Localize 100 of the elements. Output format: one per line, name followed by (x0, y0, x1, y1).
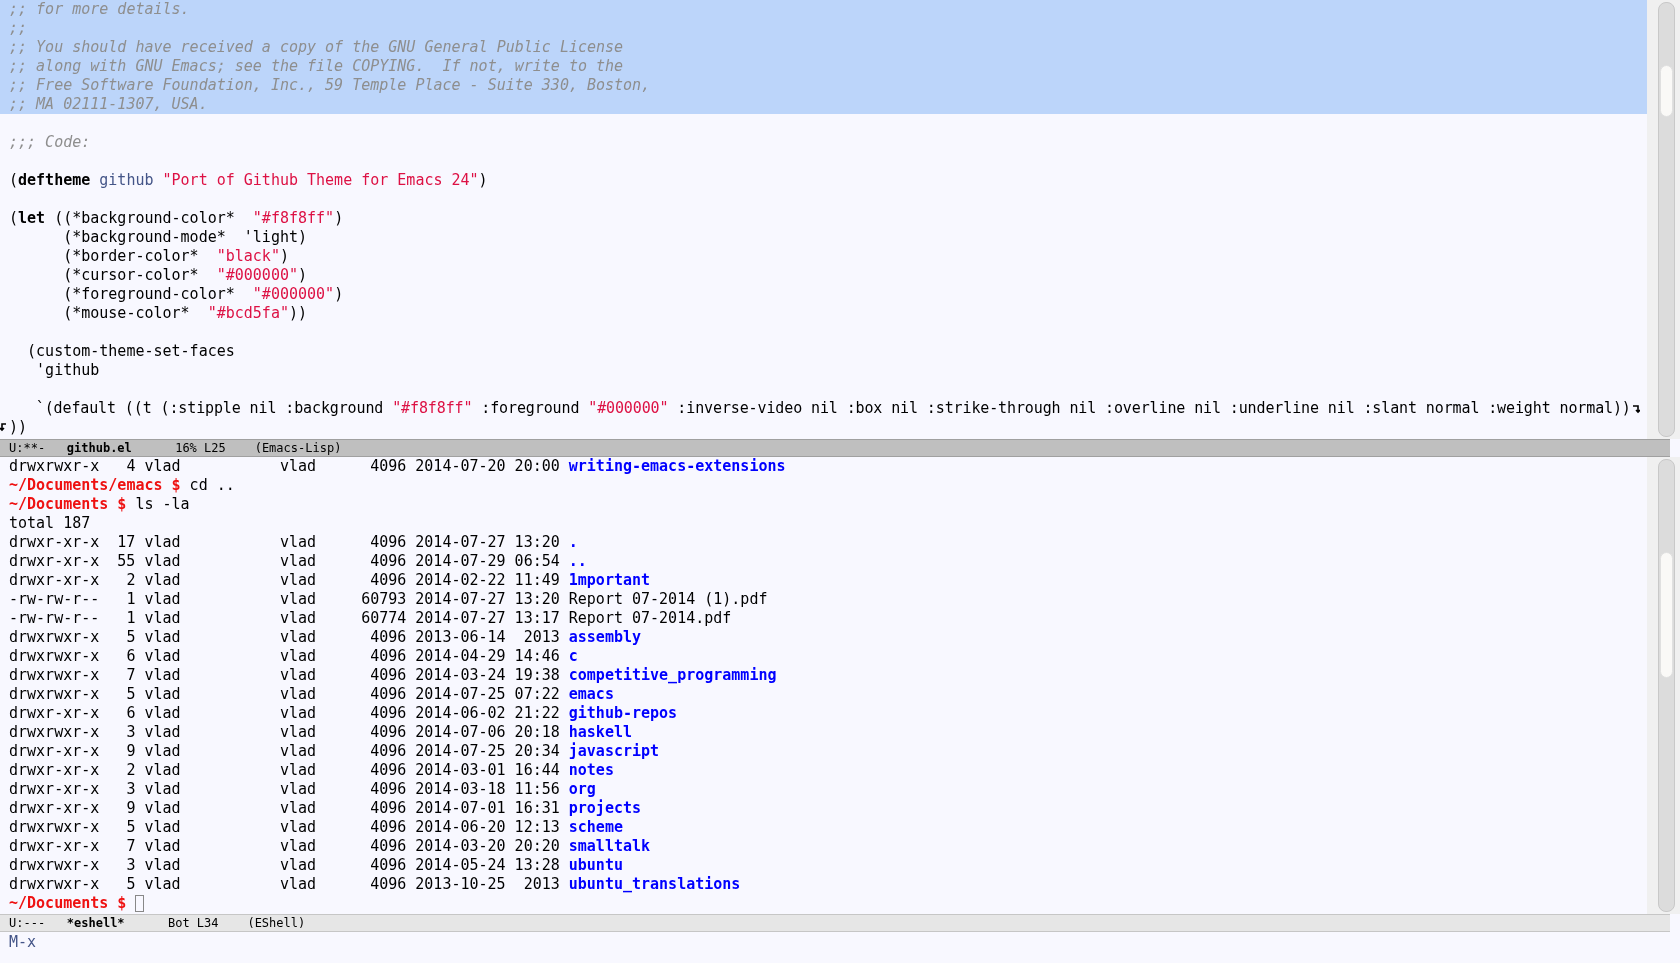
time-text: 19:38 (514, 666, 560, 685)
code-line: ;; You should have received a copy of the GNU General Public License (9, 38, 624, 57)
code-line: ;; MA 02111-1307, USA. (9, 95, 208, 114)
owner-text: vlad (144, 590, 182, 609)
file-size: 60793 (360, 590, 407, 609)
owner-text: vlad (144, 742, 182, 761)
owner-text: vlad (144, 875, 182, 894)
link-count: 6 (125, 647, 136, 666)
group-text: vlad (279, 457, 316, 476)
file-size: 4096 (369, 571, 407, 590)
code-line: (*foreground-color* "#000000") (62, 285, 344, 304)
date-text: 2014-07-20 (415, 457, 506, 476)
major-mode: (EShell) (247, 915, 306, 931)
directory-name: projects (568, 799, 641, 818)
code-line: ;;; Code: (9, 133, 91, 152)
permissions-text: drwxr-xr-x (9, 704, 100, 723)
owner-text: vlad (144, 685, 182, 704)
group-text: vlad (279, 685, 316, 704)
code-line: `(default ((t (:stipple nil :background "#f8f8ff" :foreground "#000000" :inverse-video nil :box nil :strike-through nil :overline nil :underline nil :slant normal :weight normal)) (34, 399, 1631, 418)
directory-name: smalltalk (568, 837, 651, 856)
file-size: 4096 (369, 818, 407, 837)
link-count: 17 (116, 533, 136, 552)
group-text: vlad (279, 666, 316, 685)
buffer-name: *eshell* (66, 915, 125, 931)
date-text: 2013-10-25 (415, 875, 506, 894)
directory-name: assembly (568, 628, 641, 647)
owner-text: vlad (144, 628, 182, 647)
link-count: 5 (125, 818, 136, 837)
file-size: 60774 (360, 609, 407, 628)
code-line: (*mouse-color* "#bcd5fa")) (62, 304, 308, 323)
file-size: 4096 (369, 799, 407, 818)
link-count: 5 (125, 685, 136, 704)
output-text: total 187 (9, 514, 91, 533)
time-text: 13:28 (514, 856, 560, 875)
directory-name: ubuntu (568, 856, 623, 875)
directory-name: c (568, 647, 578, 666)
shell-command: cd .. (189, 476, 235, 495)
code-line: (*background-mode* 'light) (62, 228, 307, 247)
date-text: 2014-07-25 (415, 685, 506, 704)
link-count: 5 (125, 628, 136, 647)
link-count: 7 (125, 666, 136, 685)
time-text: 2013 (522, 628, 560, 647)
permissions-text: drwxr-xr-x (9, 533, 100, 552)
scrollbar[interactable] (1658, 2, 1675, 437)
group-text: vlad (279, 647, 316, 666)
group-text: vlad (279, 552, 316, 571)
code-line: ;; for more details. (9, 0, 190, 19)
group-text: vlad (279, 875, 316, 894)
permissions-text: -rw-rw-r-- (9, 609, 100, 628)
scroll-position: Bot (167, 915, 190, 931)
permissions-text: drwxr-xr-x (9, 837, 100, 856)
date-text: 2014-03-20 (415, 837, 506, 856)
link-count: 2 (125, 571, 136, 590)
permissions-text: drwxrwxr-x (9, 856, 100, 875)
date-text: 2014-07-06 (415, 723, 506, 742)
shell-prompt: ~/Documents $ (9, 495, 127, 514)
owner-text: vlad (144, 647, 182, 666)
code-line: )) (9, 418, 28, 437)
link-count: 7 (125, 837, 136, 856)
link-count: 1 (125, 609, 136, 628)
date-text: 2014-07-27 (415, 609, 506, 628)
date-text: 2014-06-02 (415, 704, 506, 723)
group-text: vlad (279, 533, 316, 552)
time-text: 11:56 (514, 780, 560, 799)
time-text: 12:13 (514, 818, 560, 837)
group-text: vlad (279, 723, 316, 742)
owner-text: vlad (144, 457, 182, 476)
file-size: 4096 (369, 647, 407, 666)
file-size: 4096 (369, 666, 407, 685)
group-text: vlad (279, 818, 316, 837)
permissions-text: drwxr-xr-x (9, 742, 100, 761)
line-number: L25 (204, 440, 226, 456)
date-text: 2014-03-24 (415, 666, 506, 685)
owner-text: vlad (144, 723, 182, 742)
time-text: 14:46 (514, 647, 560, 666)
date-text: 2014-07-25 (415, 742, 506, 761)
link-count: 3 (125, 723, 136, 742)
file-size: 4096 (369, 552, 407, 571)
date-text: 2014-07-27 (415, 590, 506, 609)
owner-text: vlad (144, 533, 182, 552)
date-text: 2014-07-01 (415, 799, 506, 818)
permissions-text: drwxrwxr-x (9, 685, 100, 704)
code-line: (*border-color* "black") (62, 247, 289, 266)
permissions-text: drwxr-xr-x (9, 761, 100, 780)
directory-name: 1mportant (568, 571, 651, 590)
link-count: 2 (125, 761, 136, 780)
shell-command: ls -la (135, 495, 190, 514)
file-name: Report 07-2014.pdf (568, 609, 732, 628)
file-size: 4096 (369, 533, 407, 552)
group-text: vlad (279, 571, 316, 590)
time-text: 20:00 (514, 457, 560, 476)
file-size: 4096 (369, 723, 407, 742)
code-line: ;; (9, 19, 28, 38)
scrollbar[interactable] (1658, 459, 1675, 912)
directory-name: haskell (568, 723, 632, 742)
link-count: 6 (125, 704, 136, 723)
directory-name: github-repos (568, 704, 678, 723)
permissions-text: drwxrwxr-x (9, 457, 100, 476)
date-text: 2014-02-22 (415, 571, 506, 590)
directory-name: javascript (568, 742, 660, 761)
